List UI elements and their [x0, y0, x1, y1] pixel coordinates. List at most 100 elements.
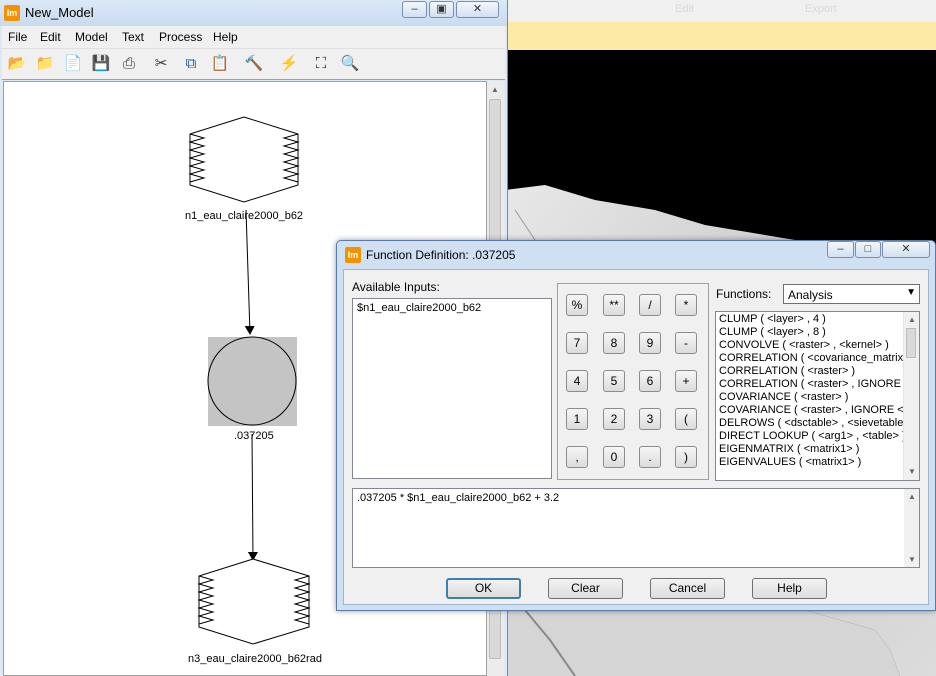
function-item[interactable]: EIGENVALUES ( <matrix1> ) — [719, 456, 861, 469]
dialog-body: Available Inputs: $n1_eau_claire2000_b62… — [343, 269, 929, 605]
functions-list[interactable]: CLUMP ( <layer> , 4 ) CLUMP ( <layer> , … — [715, 311, 920, 481]
function-item[interactable]: CORRELATION ( <covariance_matrix> ) — [719, 352, 916, 365]
menu-help[interactable]: Help — [213, 30, 238, 44]
function-item[interactable]: COVARIANCE ( <raster> ) — [719, 391, 848, 404]
window-title: New_Model — [25, 5, 94, 20]
functions-label: Functions: — [716, 287, 772, 301]
key-minus[interactable]: - — [675, 332, 697, 354]
scroll-down-icon[interactable]: ▼ — [908, 555, 916, 564]
output-raster-node[interactable] — [197, 558, 311, 645]
scroll-up-icon[interactable]: ▲ — [908, 315, 916, 324]
key-6[interactable]: 6 — [639, 370, 661, 392]
function-item[interactable]: COVARIANCE ( <raster> , IGNORE <v — [719, 404, 909, 417]
background-tab[interactable]: Edit — [675, 3, 694, 15]
menu-bar: File Edit Model Text Process Help — [2, 26, 505, 49]
menu-edit[interactable]: Edit — [40, 30, 61, 44]
print-icon[interactable]: ⎙ — [118, 53, 140, 75]
expression-editor[interactable]: .037205 * $n1_eau_claire2000_b62 + 3.2 ▲… — [352, 488, 920, 568]
model-window-titlebar[interactable]: Im New_Model – ▣ ✕ — [0, 0, 507, 26]
function-item[interactable]: CLUMP ( <layer> , 4 ) — [719, 313, 826, 326]
key-close-paren[interactable]: ) — [675, 446, 697, 468]
function-item[interactable]: CORRELATION ( <raster> , IGNORE < — [719, 378, 910, 391]
functions-category-select[interactable]: Analysis ▼ — [783, 284, 920, 304]
function-item[interactable]: EIGENMATRIX ( <matrix1> ) — [719, 443, 859, 456]
connection-arrow — [244, 209, 255, 335]
open-folder-icon[interactable]: 📂 — [6, 53, 28, 75]
function-item[interactable]: DELROWS ( <dsctable> , <sievetable> — [719, 417, 910, 430]
dialog-minimize-button[interactable]: – — [827, 241, 854, 258]
help-button[interactable]: Help — [752, 578, 827, 599]
app-logo-icon: Im — [4, 5, 20, 21]
background-tab[interactable]: Export — [805, 3, 837, 15]
minimize-button[interactable]: – — [402, 1, 427, 18]
key-0[interactable]: 0 — [603, 446, 625, 468]
function-item[interactable]: CORRELATION ( <raster> ) — [719, 365, 855, 378]
input-node-label: n1_eau_claire2000_b62 — [185, 210, 304, 222]
cancel-button[interactable]: Cancel — [650, 578, 725, 599]
key-power[interactable]: ** — [603, 294, 625, 316]
key-comma[interactable]: , — [566, 446, 588, 468]
key-divide[interactable]: / — [639, 294, 661, 316]
toolbar: 📂 📁 📄 💾 ⎙ ✂ ⧉ 📋 🔨 ⚡ ⛶ 🔍 — [2, 49, 505, 80]
calculator-keypad: % ** / * 7 8 9 - 4 5 6 + 1 2 3 ( , 0 . ) — [557, 283, 709, 480]
key-2[interactable]: 2 — [603, 408, 625, 430]
open-model-icon[interactable]: 📁 — [34, 53, 56, 75]
input-list-item[interactable]: $n1_eau_claire2000_b62 — [357, 302, 481, 314]
scroll-down-icon[interactable]: ▼ — [908, 467, 916, 476]
dialog-close-button[interactable]: ✕ — [882, 241, 930, 258]
key-plus[interactable]: + — [675, 370, 697, 392]
app-logo-icon: Im — [345, 247, 361, 263]
key-5[interactable]: 5 — [603, 370, 625, 392]
dialog-title: Function Definition: .037205 — [366, 248, 516, 262]
fit-window-icon[interactable]: ⛶ — [310, 53, 332, 75]
menu-process[interactable]: Process — [159, 30, 202, 44]
key-3[interactable]: 3 — [639, 408, 661, 430]
menu-file[interactable]: File — [8, 30, 27, 44]
key-9[interactable]: 9 — [639, 332, 661, 354]
available-inputs-list[interactable]: $n1_eau_claire2000_b62 — [352, 298, 552, 479]
function-node[interactable] — [207, 336, 297, 426]
cut-icon[interactable]: ✂ — [150, 53, 172, 75]
functions-category-value: Analysis — [788, 288, 833, 302]
menu-text[interactable]: Text — [122, 30, 144, 44]
close-button[interactable]: ✕ — [456, 1, 499, 18]
functions-list-scrollbar[interactable]: ▲ ▼ — [903, 312, 919, 480]
connection-arrow — [247, 433, 258, 561]
key-decimal[interactable]: . — [639, 446, 661, 468]
dialog-titlebar[interactable]: Im Function Definition: .037205 – □ ✕ — [337, 241, 935, 269]
key-percent[interactable]: % — [566, 294, 588, 316]
background-tab-bar: Edit Export — [505, 0, 936, 23]
paste-icon[interactable]: 📋 — [209, 53, 231, 75]
function-node-label: .037205 — [234, 430, 274, 442]
hammer-icon[interactable]: 🔨 — [243, 53, 265, 75]
clear-button[interactable]: Clear — [548, 578, 623, 599]
key-multiply[interactable]: * — [675, 294, 697, 316]
function-item[interactable]: CONVOLVE ( <raster> , <kernel> ) — [719, 339, 889, 352]
key-7[interactable]: 7 — [566, 332, 588, 354]
info-bar — [505, 22, 936, 50]
scrollbar-thumb[interactable] — [906, 328, 916, 358]
input-raster-node[interactable] — [188, 116, 300, 203]
function-item[interactable]: DIRECT LOOKUP ( <arg1> , <table> ) — [719, 430, 906, 443]
menu-model[interactable]: Model — [75, 30, 108, 44]
key-4[interactable]: 4 — [566, 370, 588, 392]
key-1[interactable]: 1 — [566, 408, 588, 430]
zoom-icon[interactable]: 🔍 — [339, 53, 361, 75]
scroll-up-icon[interactable]: ▲ — [491, 85, 499, 94]
chevron-down-icon: ▼ — [906, 287, 916, 298]
function-item[interactable]: CLUMP ( <layer> , 8 ) — [719, 326, 826, 339]
scroll-up-icon[interactable]: ▲ — [908, 492, 916, 501]
run-icon[interactable]: ⚡ — [278, 53, 300, 75]
expression-text: .037205 * $n1_eau_claire2000_b62 + 3.2 — [357, 492, 560, 504]
expression-scrollbar[interactable]: ▲ ▼ — [904, 489, 919, 567]
ok-button[interactable]: OK — [446, 578, 521, 599]
function-definition-dialog: Im Function Definition: .037205 – □ ✕ Av… — [336, 240, 936, 611]
dialog-maximize-button[interactable]: □ — [855, 241, 881, 258]
restore-button[interactable]: ▣ — [429, 1, 454, 18]
save-icon[interactable]: 💾 — [90, 53, 112, 75]
new-document-icon[interactable]: 📄 — [62, 53, 84, 75]
key-open-paren[interactable]: ( — [675, 408, 697, 430]
output-node-label: n3_eau_claire2000_b62rad — [188, 653, 322, 665]
copy-icon[interactable]: ⧉ — [180, 53, 202, 75]
key-8[interactable]: 8 — [603, 332, 625, 354]
